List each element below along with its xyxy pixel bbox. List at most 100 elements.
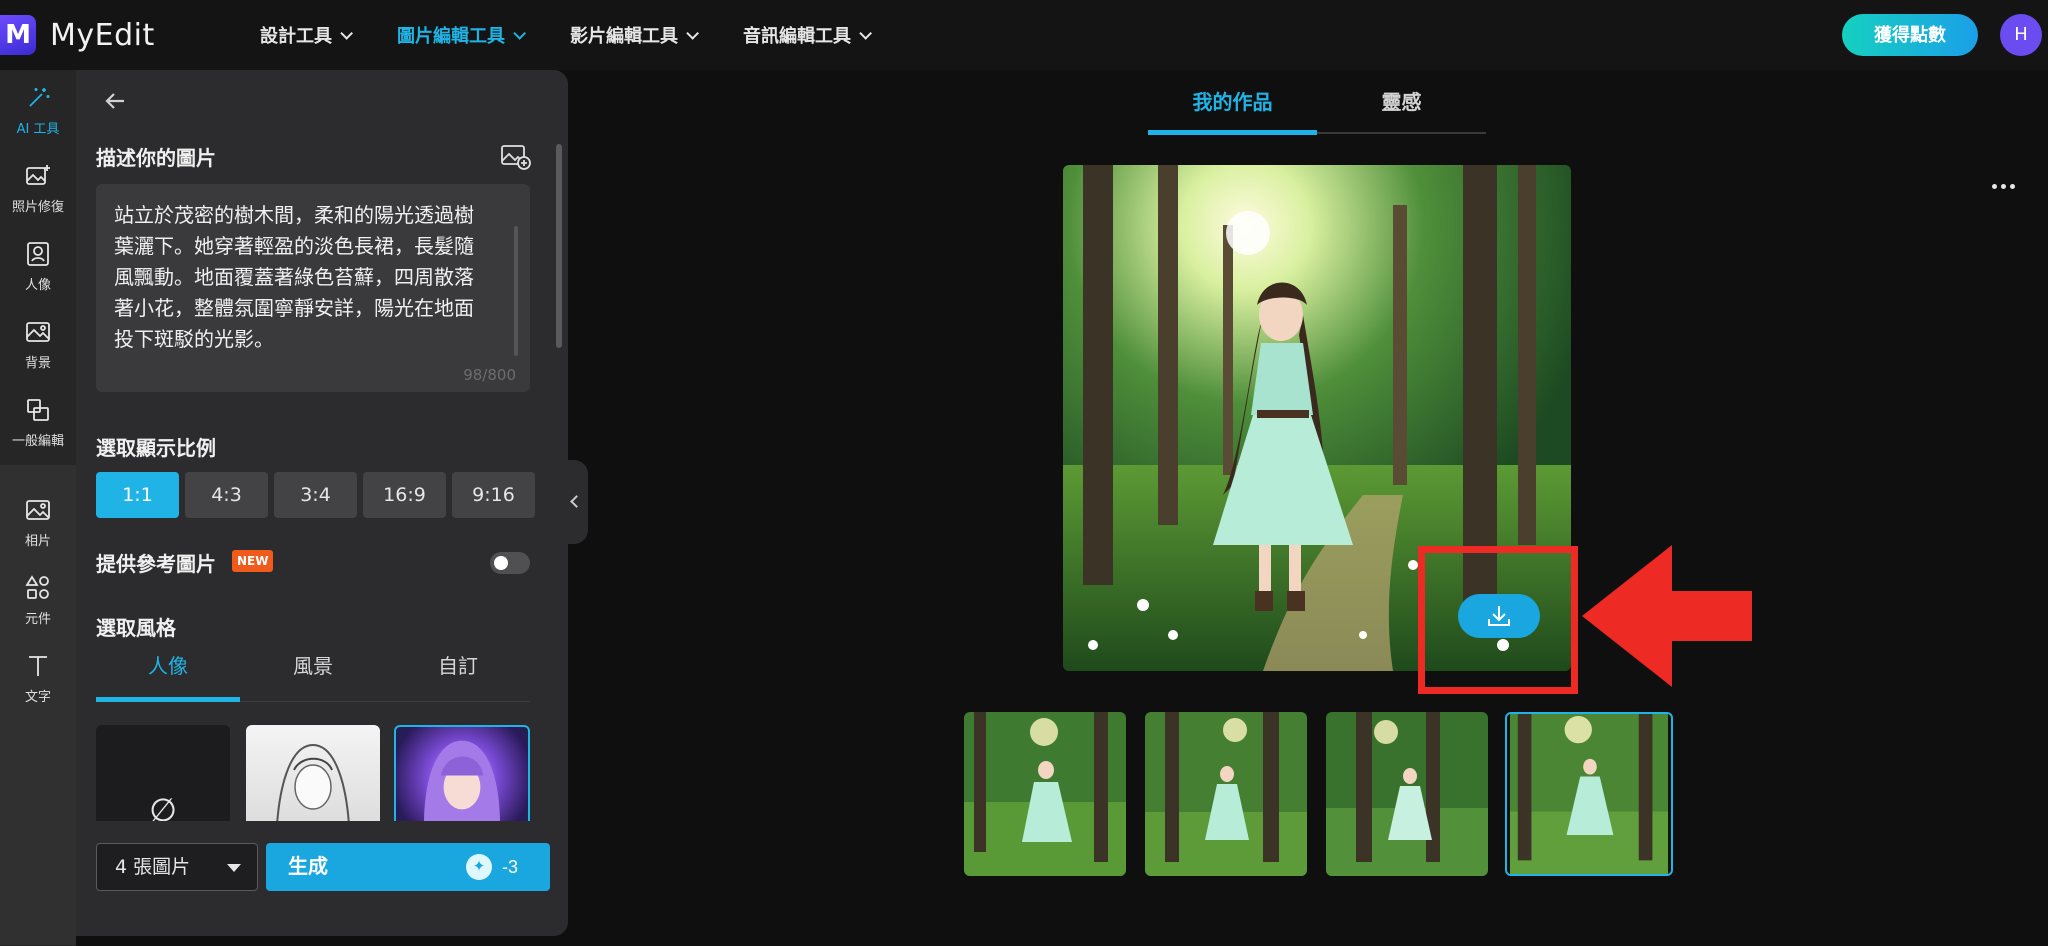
generate-label: 生成 <box>288 856 328 878</box>
prompt-textarea[interactable]: 站立於茂密的樹木間，柔和的陽光透過樹葉灑下。她穿著輕盈的淡色長裙，長髮隨風飄動。… <box>96 184 530 392</box>
rail-item-elements[interactable]: 元件 <box>0 562 76 638</box>
main-tab-underline <box>1148 130 1317 135</box>
cost-value: -3 <box>501 857 518 877</box>
prompt-scrollbar[interactable] <box>514 226 518 356</box>
tab-landscape[interactable]: 風景 <box>241 650 385 679</box>
none-icon: ∅ <box>149 791 177 821</box>
thumbnail-1[interactable] <box>964 712 1126 876</box>
nav-label: 音訊編輯工具 <box>743 26 851 47</box>
background-icon <box>26 321 50 342</box>
tab-inspiration[interactable]: 靈感 <box>1317 86 1486 115</box>
rail-item-photo-repair[interactable]: 照片修復 <box>0 150 76 226</box>
ratio-9-16-button[interactable]: 9:16 <box>452 472 535 518</box>
rail-item-label: 文字 <box>24 689 51 705</box>
ratio-3-4-button[interactable]: 3:4 <box>274 472 357 518</box>
thumbnail-4[interactable] <box>1505 712 1673 876</box>
nav-label: 設計工具 <box>260 26 332 47</box>
text-icon <box>29 655 47 676</box>
reference-image-title: 提供參考圖片 <box>96 552 216 576</box>
rail-item-text[interactable]: 文字 <box>0 640 76 716</box>
thumbnail-2[interactable] <box>1145 712 1307 876</box>
ratio-title: 選取顯示比例 <box>96 436 216 460</box>
rail-item-label: 背景 <box>24 355 51 371</box>
nav-label: 圖片編輯工具 <box>397 26 505 47</box>
rail-item-ai-tools[interactable]: AI 工具 <box>0 72 76 148</box>
rail-item-label: 一般編輯 <box>11 433 64 449</box>
top-nav-bar: M MyEdit 設計工具 圖片編輯工具 影片編輯工具 音訊編輯工具 獲得點數 … <box>0 0 2048 70</box>
portrait-icon <box>27 241 49 266</box>
thumbnail-3[interactable] <box>1326 712 1488 876</box>
image-count-select[interactable]: 4 張圖片 <box>96 843 258 891</box>
image-sparkle-icon <box>26 164 50 185</box>
avatar[interactable]: H <box>2000 14 2042 56</box>
rail-item-label: 人像 <box>24 277 51 293</box>
crop-icon <box>27 398 49 421</box>
style-card-none[interactable]: ∅ <box>96 725 230 821</box>
style-cards: ∅ <box>96 725 530 821</box>
chevron-down-icon <box>686 26 699 40</box>
tab-portrait[interactable]: 人像 <box>96 650 240 679</box>
style-tabs: 人像 風景 自訂 <box>96 642 530 702</box>
tool-rail: AI 工具 照片修復 人像 背景 一般編輯 相片 元件 文字 <box>0 70 76 946</box>
logo[interactable]: M MyEdit <box>0 15 155 55</box>
photo-icon <box>26 499 50 520</box>
generate-cost: ✦ -3 <box>465 843 518 891</box>
nav-image-tools[interactable]: 圖片編輯工具 <box>397 22 526 48</box>
logo-mark-icon: M <box>0 15 36 55</box>
magic-wand-icon <box>29 87 50 107</box>
shapes-icon <box>25 574 49 599</box>
nav-audio-tools[interactable]: 音訊編輯工具 <box>743 22 872 48</box>
ratio-1-1-button[interactable]: 1:1 <box>96 472 179 518</box>
chevron-down-icon <box>859 26 872 40</box>
main-tabs: 我的作品 靈感 <box>1148 80 1486 135</box>
caret-down-icon <box>227 864 241 872</box>
generate-button[interactable]: 生成 ✦ -3 <box>266 843 550 891</box>
rail-item-background[interactable]: 背景 <box>0 306 76 382</box>
ratio-16-9-button[interactable]: 16:9 <box>363 472 446 518</box>
rail-item-label: 元件 <box>24 611 51 627</box>
describe-image-title: 描述你的圖片 <box>96 146 216 170</box>
toggle-knob <box>494 556 508 570</box>
highlight-box <box>1418 546 1578 694</box>
style-tab-underline <box>96 697 240 702</box>
result-thumbnails <box>964 712 1674 876</box>
thumbnail-image <box>964 712 1126 876</box>
style-title: 選取風格 <box>96 616 176 640</box>
red-arrow-annotation <box>1582 545 1752 687</box>
ratio-options: 1:1 4:3 3:4 16:9 9:16 <box>96 472 535 518</box>
ai-generator-panel: 描述你的圖片 站立於茂密的樹木間，柔和的陽光透過樹葉灑下。她穿著輕盈的淡色長裙，… <box>76 70 568 936</box>
prompt-text: 站立於茂密的樹木間，柔和的陽光透過樹葉灑下。她穿著輕盈的淡色長裙，長髮隨風飄動。… <box>114 203 474 351</box>
style-card-anime[interactable] <box>394 725 530 821</box>
rail-item-portrait[interactable]: 人像 <box>0 228 76 304</box>
image-count-value: 4 張圖片 <box>115 856 191 878</box>
chevron-down-icon <box>340 26 353 40</box>
credit-coin-icon: ✦ <box>465 854 492 880</box>
style-card-sketch[interactable] <box>246 725 380 821</box>
back-arrow-icon[interactable] <box>100 86 130 116</box>
collapse-panel-handle[interactable] <box>566 460 588 544</box>
rail-item-label: 相片 <box>24 533 51 549</box>
thumbnail-image <box>1509 714 1669 874</box>
rail-item-label: AI 工具 <box>16 121 60 137</box>
rail-item-photos[interactable]: 相片 <box>0 484 76 560</box>
main-nav: 設計工具 圖片編輯工具 影片編輯工具 音訊編輯工具 <box>260 22 916 48</box>
prompt-char-count: 98/800 <box>463 366 516 384</box>
new-badge: NEW <box>232 550 274 572</box>
nav-video-tools[interactable]: 影片編輯工具 <box>570 22 699 48</box>
more-options-icon[interactable] <box>1992 184 2015 189</box>
add-image-icon[interactable] <box>500 143 532 171</box>
rail-item-general-edit[interactable]: 一般編輯 <box>0 384 76 460</box>
rail-item-label: 照片修復 <box>11 199 64 215</box>
nav-label: 影片編輯工具 <box>570 26 678 47</box>
thumbnail-image <box>1145 712 1307 876</box>
tab-my-works[interactable]: 我的作品 <box>1148 86 1317 115</box>
tab-custom[interactable]: 自訂 <box>386 650 530 679</box>
panel-scrollbar[interactable] <box>556 144 562 348</box>
reference-image-toggle[interactable] <box>490 552 530 574</box>
anime-style-thumbnail <box>423 740 501 821</box>
sketch-style-thumbnail <box>276 743 350 821</box>
nav-design-tools[interactable]: 設計工具 <box>260 22 353 48</box>
ratio-4-3-button[interactable]: 4:3 <box>185 472 268 518</box>
chevron-down-icon <box>513 26 526 40</box>
get-points-button[interactable]: 獲得點數 <box>1842 14 1978 56</box>
